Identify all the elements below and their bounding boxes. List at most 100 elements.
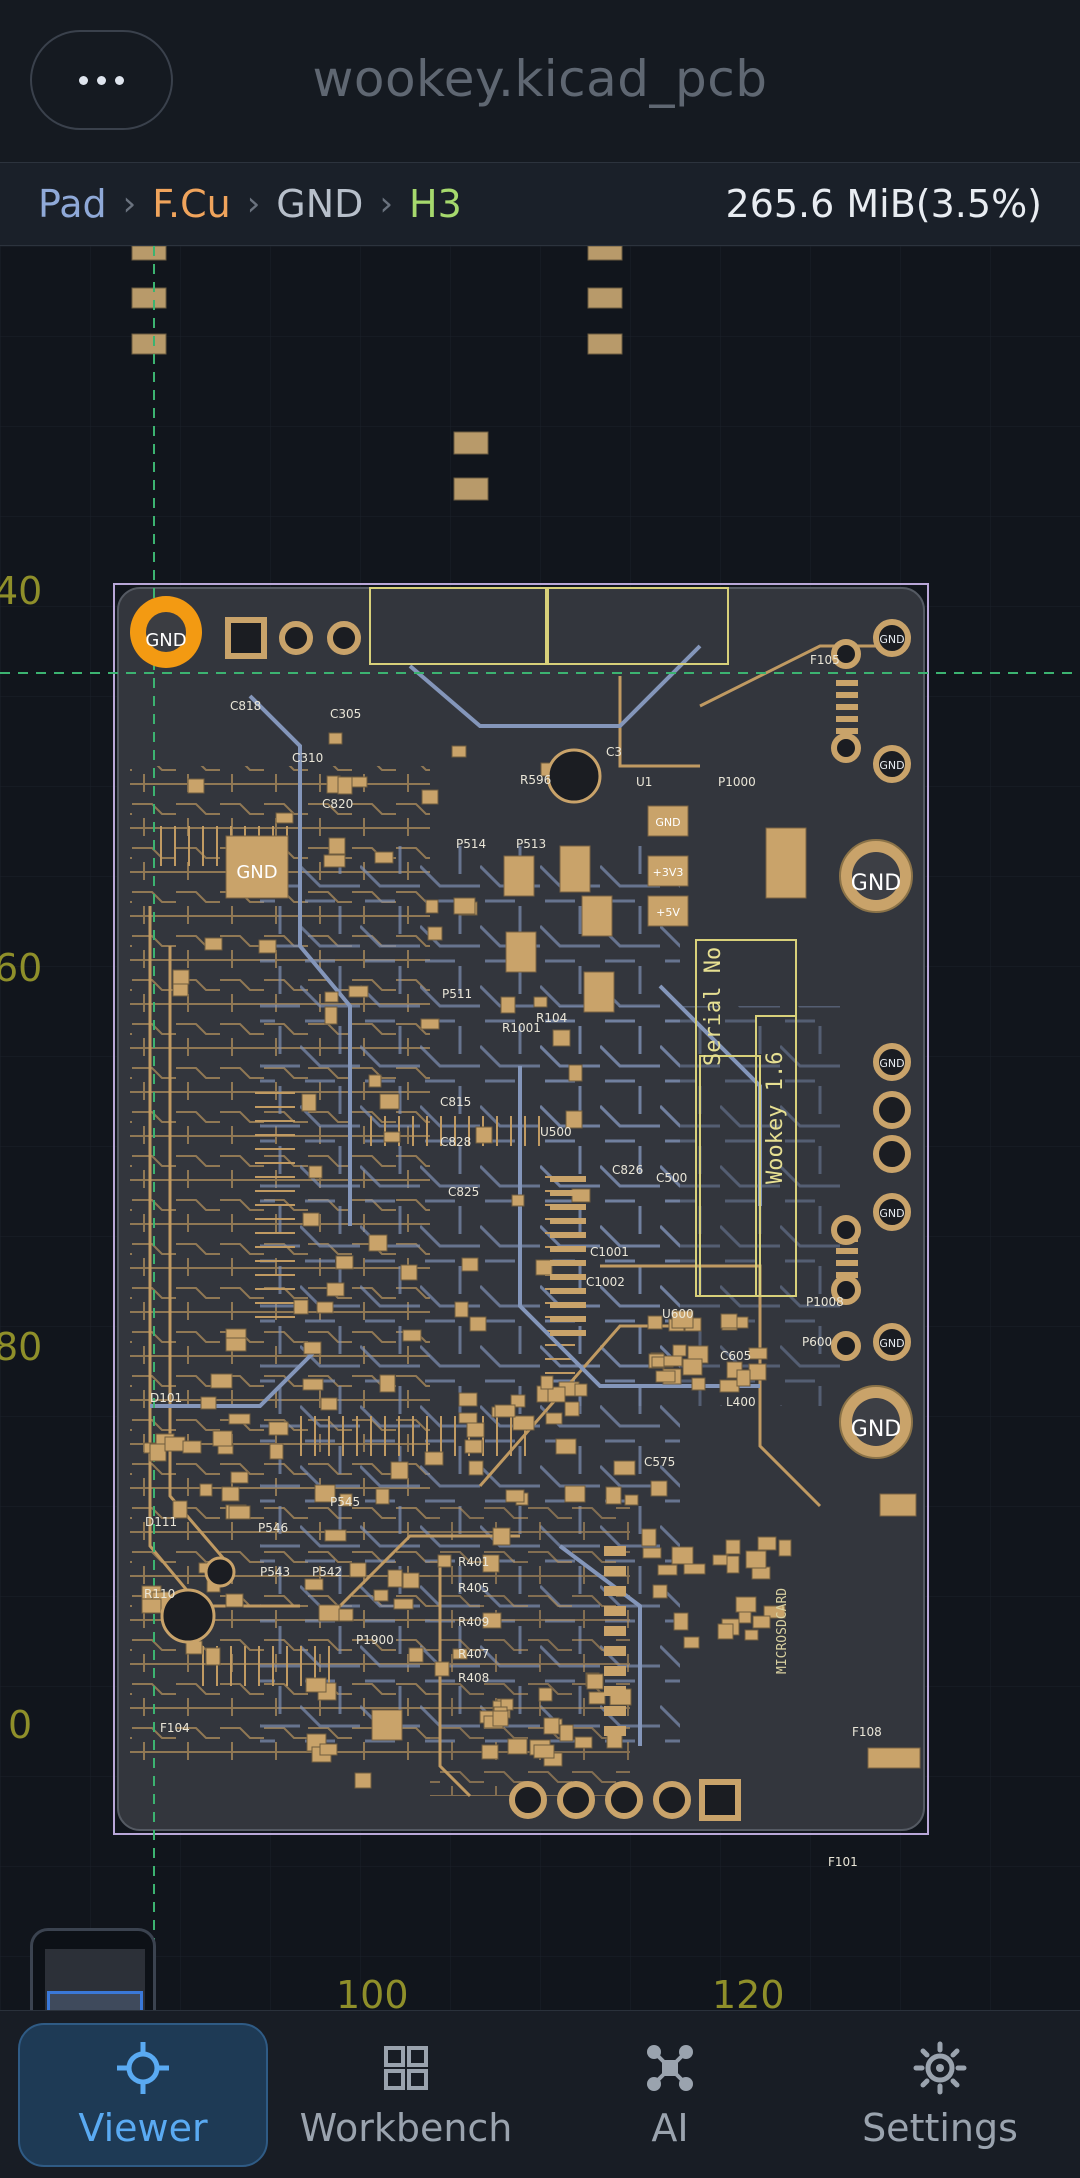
minimap[interactable] — [30, 1928, 156, 2010]
smd-pad — [302, 1212, 320, 1227]
smd-pad — [323, 854, 346, 868]
axis-label-y: 60 — [0, 946, 42, 990]
smd-pad — [574, 1736, 593, 1749]
smd-pad — [320, 1397, 338, 1411]
smd-pad — [324, 1529, 347, 1542]
round-pad — [831, 733, 861, 763]
smd-pad — [555, 1438, 577, 1455]
smd-pad — [613, 1460, 636, 1476]
smd-pad — [348, 985, 369, 998]
smd-pad — [543, 1717, 560, 1735]
reference-designator: P542 — [312, 1565, 342, 1579]
smd-pad — [402, 1572, 420, 1589]
selected-pad-label: GND — [145, 630, 186, 651]
round-pad — [509, 1781, 547, 1819]
smd-pad — [671, 1546, 694, 1565]
nav-settings-label: Settings — [862, 2106, 1018, 2150]
nav-settings-button[interactable]: Settings — [820, 2023, 1060, 2167]
smd-pad — [574, 1383, 588, 1397]
smd-pad — [230, 1471, 249, 1484]
round-pad-label: GND — [879, 759, 904, 772]
smd-pad — [319, 1743, 338, 1756]
nav-ai-button[interactable]: AI — [560, 2023, 780, 2167]
smd-pad — [221, 1486, 240, 1502]
reference-designator: U500 — [540, 1125, 572, 1139]
smd-pad — [354, 1772, 372, 1789]
nav-workbench-button[interactable]: Workbench — [296, 2023, 516, 2167]
chip-label: +5V — [656, 906, 680, 919]
reference-designator: F108 — [852, 1725, 882, 1739]
smd-pad — [588, 1691, 606, 1705]
smd-pad — [210, 1373, 233, 1389]
smd-pad — [293, 1299, 309, 1315]
smd-pad — [564, 1485, 586, 1503]
breadcrumb-item-type[interactable]: Pad — [38, 182, 107, 226]
pcb-drawing[interactable]: GND GND GND GND GND GND 40 60 80 0 100 120 Se… — [0, 246, 1080, 2010]
smd-pad — [564, 1401, 580, 1417]
breadcrumb-item-layer[interactable]: F.Cu — [152, 182, 230, 226]
memory-usage: 265.6 MiB(3.5%) — [725, 182, 1042, 226]
smd-pad — [200, 1396, 217, 1410]
smd-pad — [182, 1440, 202, 1454]
round-pad-label: GND — [879, 1057, 904, 1070]
smd-pad — [425, 899, 439, 914]
axis-label-y: 80 — [0, 1325, 42, 1369]
smd-pad — [605, 1486, 622, 1505]
smd-pad — [657, 1564, 678, 1576]
reference-designator: P513 — [516, 837, 546, 851]
smd-pad — [149, 1443, 167, 1462]
chip-label: +3V3 — [653, 866, 684, 879]
smd-pad — [373, 1589, 389, 1602]
smd-pad — [199, 1483, 213, 1497]
smd-pad — [328, 837, 346, 855]
round-pad — [605, 1781, 643, 1819]
smd-pad — [458, 1392, 478, 1407]
breadcrumb-item-reference[interactable]: H3 — [409, 182, 462, 226]
reference-designator: R596 — [520, 773, 551, 787]
reference-designator: C1001 — [590, 1245, 629, 1259]
smd-pad — [505, 1489, 525, 1503]
smd-pad — [335, 1255, 354, 1270]
smd-pad — [744, 1629, 759, 1641]
smd-pad — [535, 1259, 553, 1276]
smd-pad — [141, 1598, 162, 1614]
reference-designator: R104 — [536, 1011, 567, 1025]
reference-designator: C1002 — [586, 1275, 625, 1289]
reference-designator: C818 — [230, 699, 261, 713]
reference-designator: C605 — [720, 1349, 751, 1363]
smd-pad — [725, 1539, 741, 1555]
breadcrumb-item-net[interactable]: GND — [276, 182, 363, 226]
smd-pad — [652, 1584, 668, 1599]
smd-pad — [719, 1379, 740, 1393]
smd-pad — [712, 1554, 729, 1566]
axis-label-y: 40 — [0, 569, 42, 613]
network-icon — [647, 2045, 693, 2091]
minimap-viewport[interactable] — [47, 1991, 143, 2010]
smd-pad — [258, 939, 277, 954]
nav-viewer-button[interactable]: Viewer — [18, 2023, 268, 2167]
smd-pad — [172, 969, 190, 985]
smd-pad — [757, 1536, 777, 1551]
smd-pad — [736, 1369, 751, 1387]
smd-pad — [383, 1131, 401, 1143]
smd-pad — [228, 1413, 251, 1425]
smd-pad — [683, 1636, 700, 1649]
smd-pad — [368, 1234, 388, 1252]
reference-designator: R408 — [458, 1671, 489, 1685]
smd-pad — [387, 1569, 403, 1588]
smd-pad — [349, 1562, 367, 1578]
reference-designator: C500 — [656, 1171, 687, 1185]
smd-pad — [778, 1539, 792, 1557]
smd-pad — [568, 1064, 583, 1082]
smd-pad — [720, 1313, 738, 1329]
reference-designator: P1000 — [718, 775, 756, 789]
smd-pad — [458, 1412, 478, 1424]
smd-pad — [673, 1612, 689, 1631]
smd-pad — [748, 1363, 767, 1381]
reference-designator: D101 — [150, 1391, 182, 1405]
smd-pad — [624, 1494, 639, 1506]
reference-designator: R409 — [458, 1615, 489, 1629]
pcb-viewer-canvas[interactable]: GND GND GND GND GND GND 40 60 80 0 100 120 Se… — [0, 246, 1080, 2010]
reference-designator: C3 — [606, 745, 622, 759]
breadcrumb-separator: › — [379, 184, 394, 224]
